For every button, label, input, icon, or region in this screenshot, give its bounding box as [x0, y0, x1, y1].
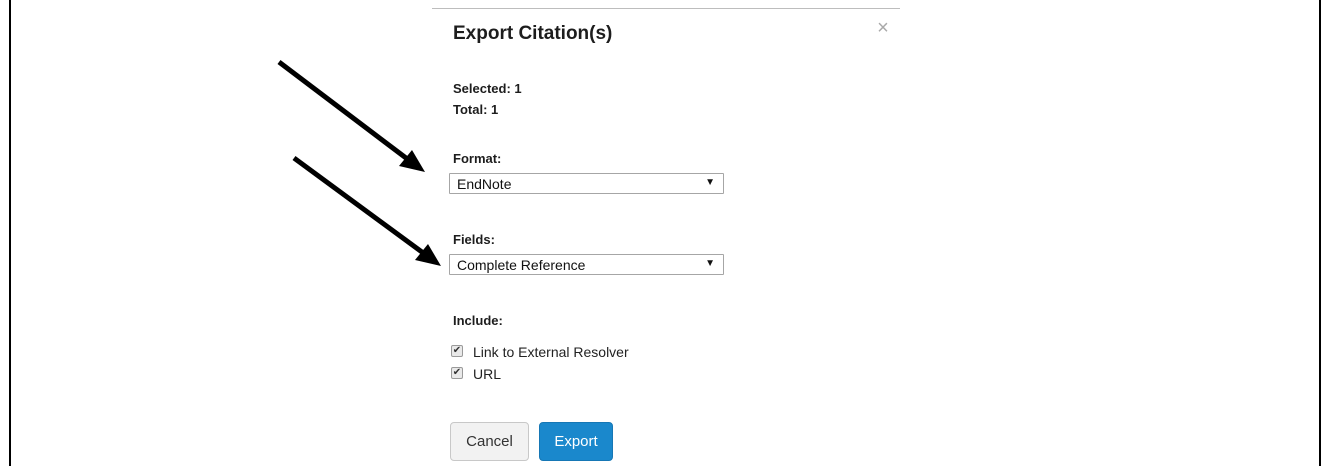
chevron-down-icon: ▼ [705, 177, 715, 188]
format-select[interactable]: EndNote ▼ [449, 173, 724, 194]
format-label: Format: [453, 151, 502, 166]
url-label: URL [473, 366, 502, 382]
screenshot-frame [9, 0, 1321, 466]
modal-top-border [432, 8, 900, 9]
selected-count: Selected: 1 [453, 81, 522, 96]
url-checkbox[interactable]: ✔ [451, 367, 463, 379]
export-button[interactable]: Export [539, 422, 613, 461]
fields-select-value: Complete Reference [457, 257, 586, 273]
format-select-value: EndNote [457, 176, 512, 192]
fields-select[interactable]: Complete Reference ▼ [449, 254, 724, 275]
total-count: Total: 1 [453, 102, 499, 117]
include-label: Include: [453, 313, 503, 328]
chevron-down-icon: ▼ [705, 258, 715, 269]
fields-label: Fields: [453, 232, 495, 247]
cancel-button[interactable]: Cancel [450, 422, 529, 461]
external-resolver-label: Link to External Resolver [473, 344, 629, 360]
modal-title: Export Citation(s) [453, 23, 613, 44]
external-resolver-checkbox[interactable]: ✔ [451, 345, 463, 357]
close-icon[interactable]: × [875, 18, 891, 38]
